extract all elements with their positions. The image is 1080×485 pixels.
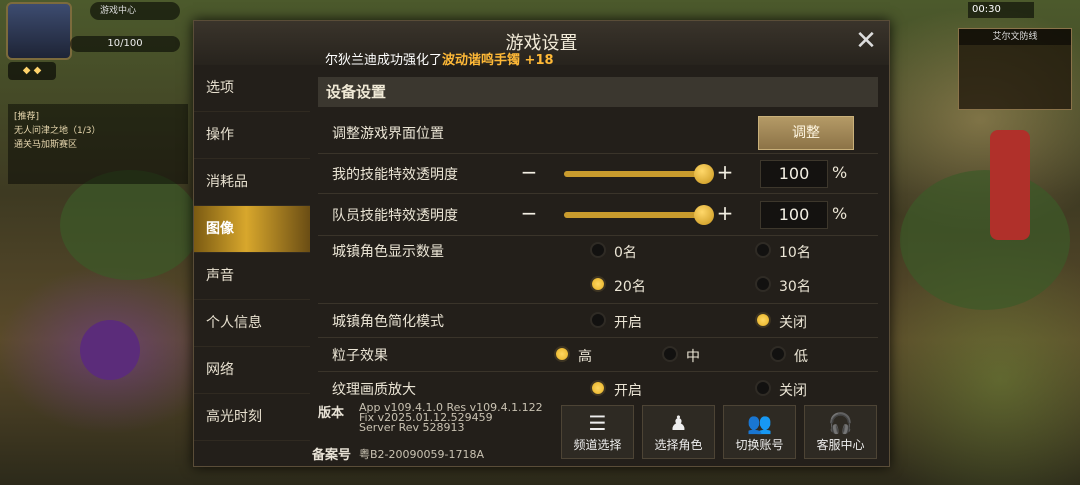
nav-item-options[interactable]: 选项: [194, 65, 310, 112]
radio-label: 中: [686, 349, 700, 365]
character-icon: ♟: [669, 411, 688, 435]
radio-label: 高: [578, 349, 592, 365]
particle-label: 粒子效果: [332, 348, 388, 364]
radio-label: 30名: [779, 279, 811, 295]
switch-account-button[interactable]: 👥 切换账号: [723, 405, 796, 459]
radio-label: 0名: [614, 245, 637, 261]
radio-dot: [662, 346, 678, 362]
version-line: Server Rev 528913: [359, 421, 465, 434]
particle-row: 粒子效果 高 中 低: [318, 337, 878, 372]
slider-fill: [564, 171, 704, 177]
town-simple-label: 城镇角色简化模式: [332, 314, 444, 330]
my-skill-opacity-row: 我的技能特效透明度 − + 100 %: [318, 153, 878, 194]
radio-label: 关闭: [779, 383, 807, 399]
radio-dot: [755, 312, 771, 328]
adjust-button[interactable]: 调整: [758, 116, 854, 150]
player-avatar[interactable]: [6, 2, 72, 60]
team-skill-opacity-slider[interactable]: [564, 205, 714, 225]
channel-select-label: 频道选择: [573, 438, 622, 452]
nav-item-sound[interactable]: 声音: [194, 253, 310, 300]
settings-content: 设备设置 调整游戏界面位置 调整 我的技能特效透明度 − + 100 % 队员技…: [318, 77, 878, 407]
minus-icon[interactable]: −: [518, 162, 540, 182]
minus-icon[interactable]: −: [518, 203, 540, 223]
broadcast-notice: 尔狄兰迪成功强化了波动谐鸣手镯 +18: [325, 49, 554, 68]
close-icon[interactable]: ✕: [853, 28, 879, 55]
town-count-row: 城镇角色显示数量 0名 10名 20名 30名: [318, 235, 878, 304]
team-skill-opacity-label: 队员技能特效透明度: [332, 208, 458, 224]
select-character-button[interactable]: ♟ 选择角色: [642, 405, 715, 459]
radio-label: 低: [794, 349, 808, 365]
radio-label: 10名: [779, 245, 811, 261]
record-label: 备案号: [312, 448, 352, 463]
radio-dot: [770, 346, 786, 362]
customer-service-icon: 🎧: [828, 411, 853, 435]
ui-position-row: 调整游戏界面位置 调整: [318, 111, 878, 154]
nav-item-network[interactable]: 网络: [194, 347, 310, 394]
level-badge: ◆ ◆: [8, 62, 56, 80]
my-skill-opacity-value[interactable]: 100: [760, 160, 828, 188]
radio-label: 关闭: [779, 315, 807, 331]
percent-unit: %: [832, 163, 848, 182]
radio-dot: [590, 380, 606, 396]
radio-dot: [590, 242, 606, 258]
slider-knob[interactable]: [694, 164, 714, 184]
settings-footer: 版本 App v109.4.1.0 Res v109.4.1.122 Fix v…: [310, 399, 889, 466]
select-character-label: 选择角色: [654, 438, 703, 452]
customer-service-label: 客服中心: [816, 438, 865, 452]
clock: 00:30: [968, 2, 1034, 18]
my-skill-opacity-label: 我的技能特效透明度: [332, 167, 458, 183]
plus-icon[interactable]: +: [714, 203, 736, 223]
texture-upscale-label: 纹理画质放大: [332, 382, 416, 398]
channel-list-icon: ☰: [588, 411, 607, 435]
town-simple-row: 城镇角色简化模式 开启 关闭: [318, 303, 878, 338]
radio-dot: [755, 242, 771, 258]
plus-icon[interactable]: +: [714, 162, 736, 182]
my-skill-opacity-slider[interactable]: [564, 164, 714, 184]
radio-dot: [590, 312, 606, 328]
slider-fill: [564, 212, 704, 218]
radio-dot: [755, 380, 771, 396]
version-info: App v109.4.1.0 Res v109.4.1.122 Fix v202…: [359, 402, 543, 434]
record-value: 粤B2-20090059-1718A: [359, 448, 484, 461]
team-skill-opacity-row: 队员技能特效透明度 − + 100 %: [318, 193, 878, 236]
radio-label: 开启: [614, 383, 642, 399]
nav-item-graphics[interactable]: 图像: [194, 206, 310, 253]
nav-item-highlights[interactable]: 高光时刻: [194, 394, 310, 441]
nav-item-controls[interactable]: 操作: [194, 112, 310, 159]
hp-counter: 10/100: [70, 36, 180, 52]
radio-dot: [590, 276, 606, 292]
section-title: 设备设置: [318, 77, 878, 107]
radio-label: 开启: [614, 315, 642, 331]
top-notice[interactable]: 游戏中心: [90, 2, 180, 20]
radio-dot: [755, 276, 771, 292]
switch-account-label: 切换账号: [735, 438, 784, 452]
channel-select-button[interactable]: ☰ 频道选择: [561, 405, 634, 459]
customer-service-button[interactable]: 🎧 客服中心: [804, 405, 877, 459]
nav-item-consumables[interactable]: 消耗品: [194, 159, 310, 206]
settings-dialog: 游戏设置 ✕ 尔狄兰迪成功强化了波动谐鸣手镯 +18 选项 操作 消耗品 图像 …: [193, 20, 890, 467]
slider-knob[interactable]: [694, 205, 714, 225]
nav-item-profile[interactable]: 个人信息: [194, 300, 310, 347]
notice-prefix: 尔狄兰迪成功强化了: [325, 53, 443, 68]
town-count-label: 城镇角色显示数量: [332, 244, 444, 260]
quest-line: 无人问津之地（1/3）: [14, 126, 101, 136]
quest-line: 通关马加斯赛区: [14, 140, 78, 150]
team-skill-opacity-value[interactable]: 100: [760, 201, 828, 229]
minimap-title: 艾尔文防线: [959, 29, 1071, 45]
percent-unit: %: [832, 204, 848, 223]
notice-item: 波动谐鸣手镯: [442, 53, 521, 68]
quest-tracker[interactable]: [推荐] 无人问津之地（1/3） 通关马加斯赛区: [8, 104, 188, 184]
notice-suffix: +18: [520, 53, 554, 68]
version-label: 版本: [318, 406, 345, 421]
quest-line: [推荐]: [14, 112, 40, 122]
minimap[interactable]: 艾尔文防线: [958, 28, 1072, 110]
switch-account-icon: 👥: [747, 411, 772, 435]
ui-position-label: 调整游戏界面位置: [332, 126, 444, 142]
radio-label: 20名: [614, 279, 646, 295]
settings-sidebar: 选项 操作 消耗品 图像 声音 个人信息 网络 高光时刻: [194, 65, 310, 466]
radio-dot: [554, 346, 570, 362]
